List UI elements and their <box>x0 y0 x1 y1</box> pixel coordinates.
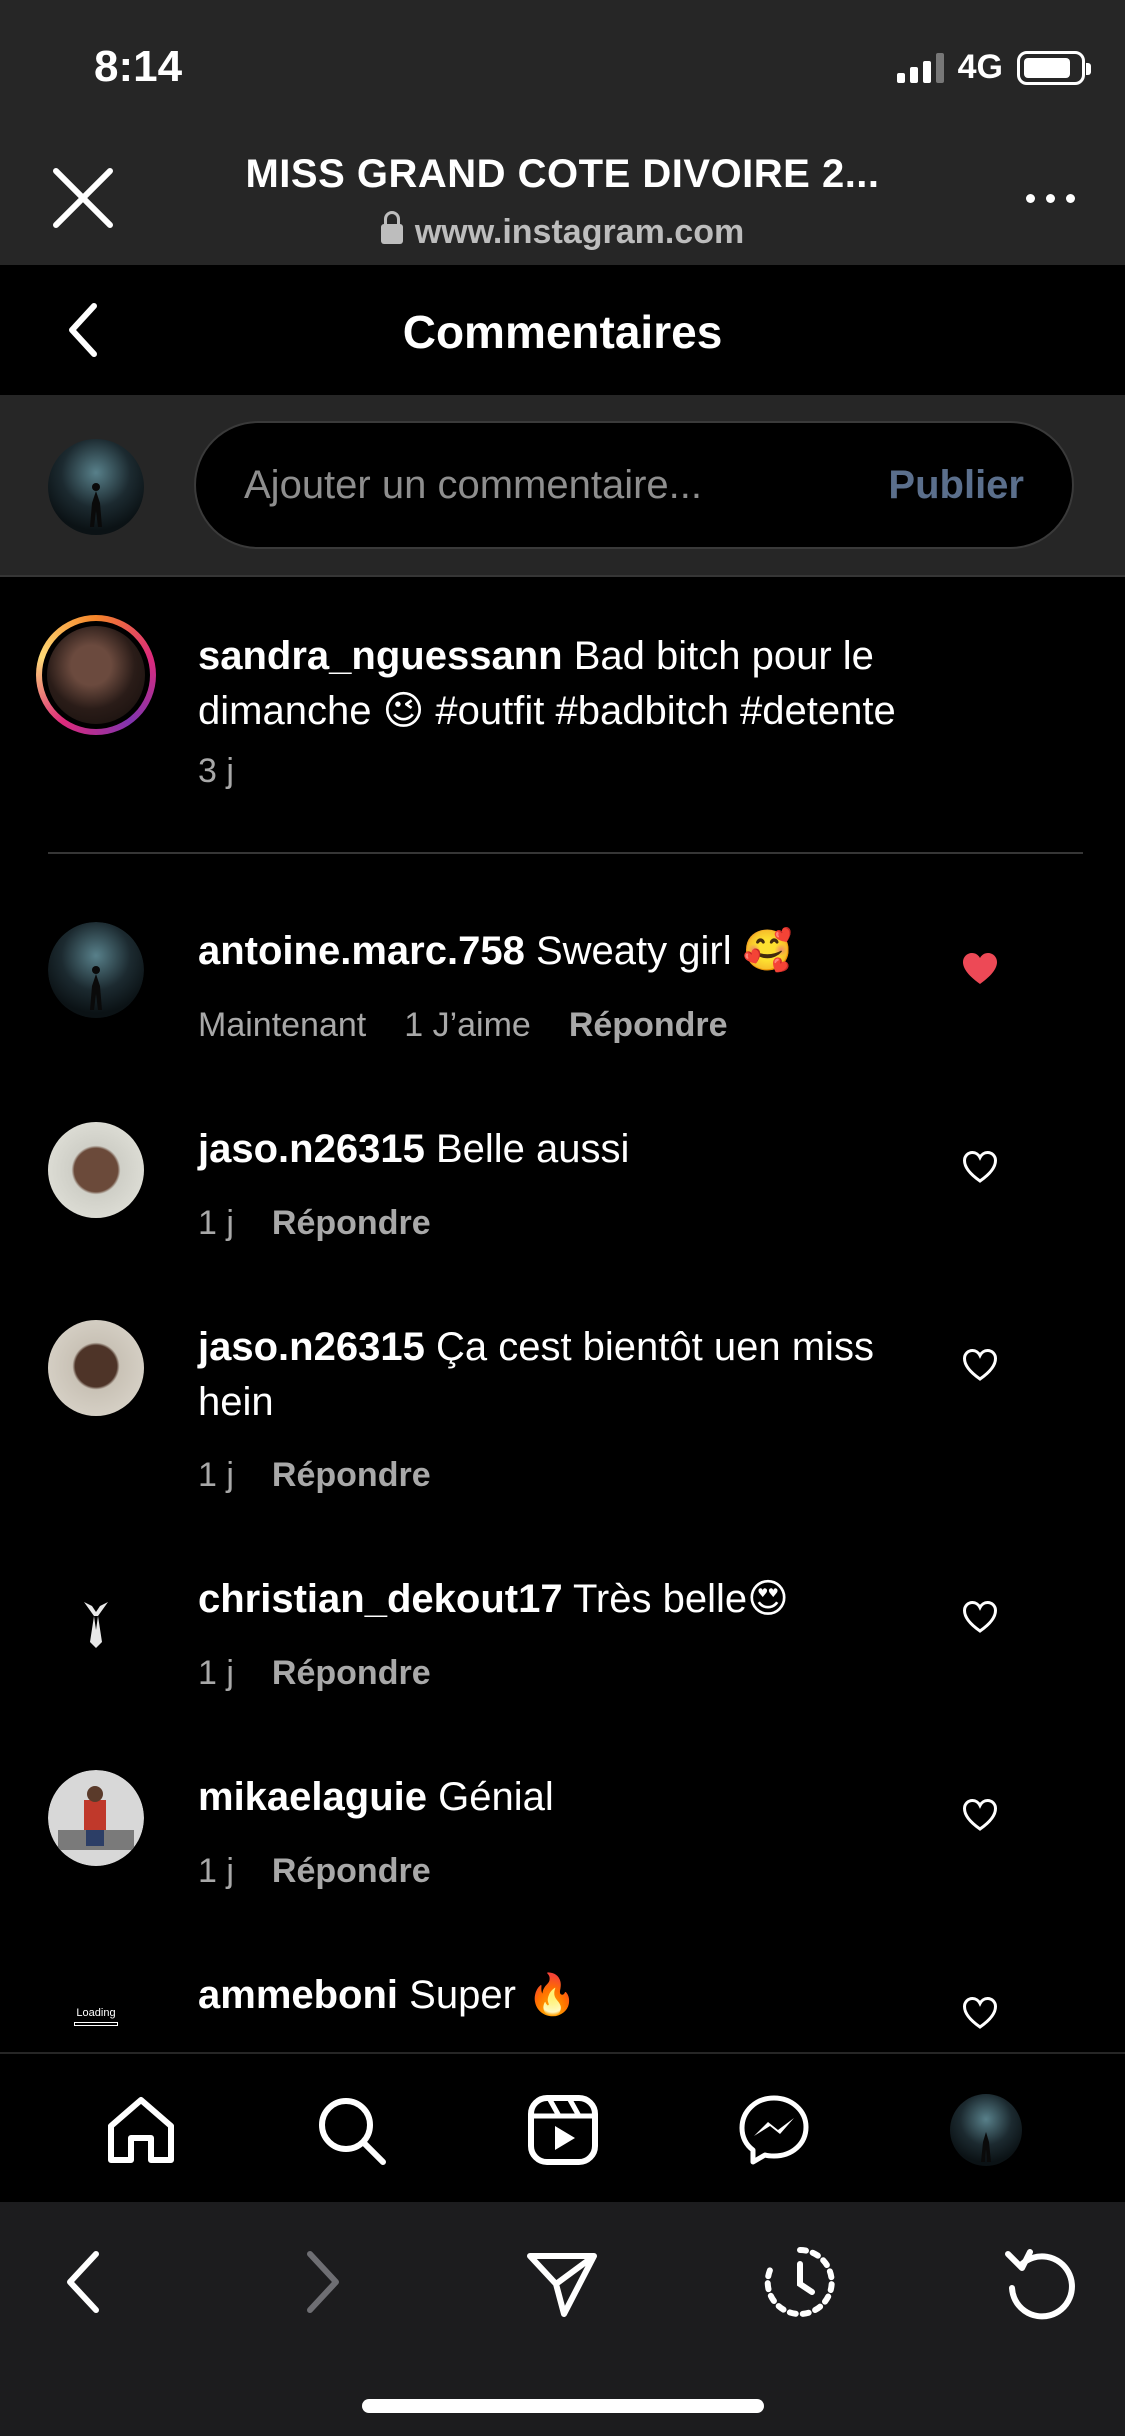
page-heading: Commentaires <box>402 306 723 358</box>
comment-time: 1 j <box>198 1204 234 1242</box>
avatar[interactable] <box>48 1572 144 1668</box>
story-ring-avatar[interactable] <box>36 615 156 735</box>
comment-meta: 1 j Répondre <box>198 1654 431 1693</box>
post-caption: sandra_nguessann Bad bitch pour le diman… <box>0 577 1125 854</box>
comment-row: mikaelaguie Génial 1 j Répondre <box>0 1746 1125 1921</box>
comment-time: Maintenant <box>198 1006 367 1044</box>
avatar[interactable] <box>48 922 144 1018</box>
history-icon[interactable] <box>762 2244 838 2320</box>
home-icon[interactable] <box>103 2092 179 2168</box>
comment-username[interactable]: jaso.n26315 <box>198 1127 425 1171</box>
reply-button[interactable]: Répondre <box>272 1204 431 1243</box>
url-label: www.instagram.com <box>0 211 1125 252</box>
divider <box>48 852 1083 854</box>
comment-meta: Maintenant 1 J’aime Répondre <box>198 1006 728 1045</box>
heart-filled-icon[interactable] <box>962 952 998 986</box>
loading-bar <box>74 2021 118 2026</box>
caption-emoji: 😉 <box>382 688 425 734</box>
reply-button[interactable]: Répondre <box>569 1006 728 1045</box>
comment-text: ammeboni Super 🔥 <box>198 1968 888 2023</box>
comment-meta: 1 j Répondre <box>198 1852 431 1891</box>
comment-username[interactable]: christian_dekout17 <box>198 1577 563 1621</box>
heart-outline-icon[interactable] <box>962 1600 998 1634</box>
comment-composer: Publier <box>0 397 1125 577</box>
heart-outline-icon[interactable] <box>962 1348 998 1382</box>
comment-text: christian_dekout17 Très belle😍 <box>198 1572 888 1627</box>
network-label: 4G <box>957 48 1003 86</box>
forward-arrow-icon[interactable] <box>284 2244 360 2320</box>
comment-row: antoine.marc.758 Sweaty girl 🥰 Maintenan… <box>0 900 1125 1075</box>
avatar[interactable]: Loading <box>48 1968 144 2052</box>
reels-icon[interactable] <box>525 2092 601 2168</box>
more-options-icon[interactable] <box>1026 194 1075 203</box>
comment-username[interactable]: ammeboni <box>198 1973 398 2017</box>
lock-icon <box>380 211 403 244</box>
status-time: 8:14 <box>94 42 183 91</box>
battery-icon <box>1017 50 1091 85</box>
comment-username[interactable]: antoine.marc.758 <box>198 929 525 973</box>
heart-outline-icon[interactable] <box>962 1996 998 2030</box>
comment-meta: 1 j Répondre <box>198 1456 431 1495</box>
comment-row: christian_dekout17 Très belle😍 1 j Répon… <box>0 1548 1125 1723</box>
heart-outline-icon[interactable] <box>962 1798 998 1832</box>
caption-hashtags[interactable]: #outfit #badbitch #detente <box>435 689 895 733</box>
bottom-tab-bar <box>0 2052 1125 2202</box>
avatar[interactable] <box>48 1122 144 1218</box>
comment-row: Loading ammeboni Super 🔥 <box>0 1944 1125 2052</box>
publish-button[interactable]: Publier <box>888 463 1024 508</box>
comment-body: Belle aussi <box>435 1127 630 1171</box>
reply-button[interactable]: Répondre <box>272 1654 431 1693</box>
avatar <box>48 439 144 535</box>
comment-text: jaso.n26315 Ça cest bientôt uen miss hei… <box>198 1320 888 1430</box>
browser-header: 8:14 4G MISS GRAND COTE DIVOIRE 2... www… <box>0 0 1125 265</box>
comment-emoji: 🥰 <box>742 928 793 974</box>
caption-time: 3 j <box>198 752 234 790</box>
reload-icon[interactable] <box>1002 2244 1078 2320</box>
comment-username[interactable]: mikaelaguie <box>198 1775 427 1819</box>
comment-text: antoine.marc.758 Sweaty girl 🥰 <box>198 924 888 979</box>
comment-username[interactable]: jaso.n26315 <box>198 1325 425 1369</box>
comment-time: 1 j <box>198 1852 234 1890</box>
messenger-icon[interactable] <box>736 2092 812 2168</box>
comment-text: mikaelaguie Génial <box>198 1770 888 1825</box>
reply-button[interactable]: Répondre <box>272 1852 431 1891</box>
comment-meta: 1 j Répondre <box>198 1204 431 1243</box>
comment-likes[interactable]: 1 J’aime <box>404 1006 531 1045</box>
comment-body: Génial <box>438 1775 554 1819</box>
loading-label: Loading <box>76 2006 116 2019</box>
heart-outline-icon[interactable] <box>962 1150 998 1184</box>
comment-input-wrap: Publier <box>194 421 1074 549</box>
signal-icon <box>896 52 944 83</box>
comment-row: jaso.n26315 Belle aussi 1 j Répondre <box>0 1098 1125 1273</box>
page-title: MISS GRAND COTE DIVOIRE 2... <box>245 152 880 196</box>
comment-row: jaso.n26315 Ça cest bientôt uen miss hei… <box>0 1296 1125 1526</box>
comment-body: Très belle <box>572 1577 748 1621</box>
profile-avatar[interactable] <box>948 2092 1024 2168</box>
home-indicator[interactable] <box>362 2399 764 2413</box>
avatar[interactable] <box>48 1770 144 1866</box>
comment-time: 1 j <box>198 1654 234 1692</box>
comments-header: Commentaires <box>0 265 1125 397</box>
back-arrow-icon[interactable] <box>46 2244 122 2320</box>
search-icon[interactable] <box>313 2092 389 2168</box>
comment-emoji: 🔥 <box>527 1972 577 2018</box>
comment-body: Sweaty girl <box>535 929 732 973</box>
share-icon[interactable] <box>524 2244 600 2320</box>
caption-username[interactable]: sandra_nguessann <box>198 634 563 678</box>
status-indicators: 4G <box>896 48 1091 87</box>
comment-time: 1 j <box>198 1456 234 1494</box>
comment-body: Super <box>409 1973 516 2017</box>
comment-input[interactable] <box>244 423 804 547</box>
comment-emoji: 😍 <box>747 1576 789 1622</box>
comment-text: jaso.n26315 Belle aussi <box>198 1122 888 1177</box>
caption-text: sandra_nguessann Bad bitch pour le diman… <box>198 629 1058 739</box>
reply-button[interactable]: Répondre <box>272 1456 431 1495</box>
avatar[interactable] <box>48 1320 144 1416</box>
